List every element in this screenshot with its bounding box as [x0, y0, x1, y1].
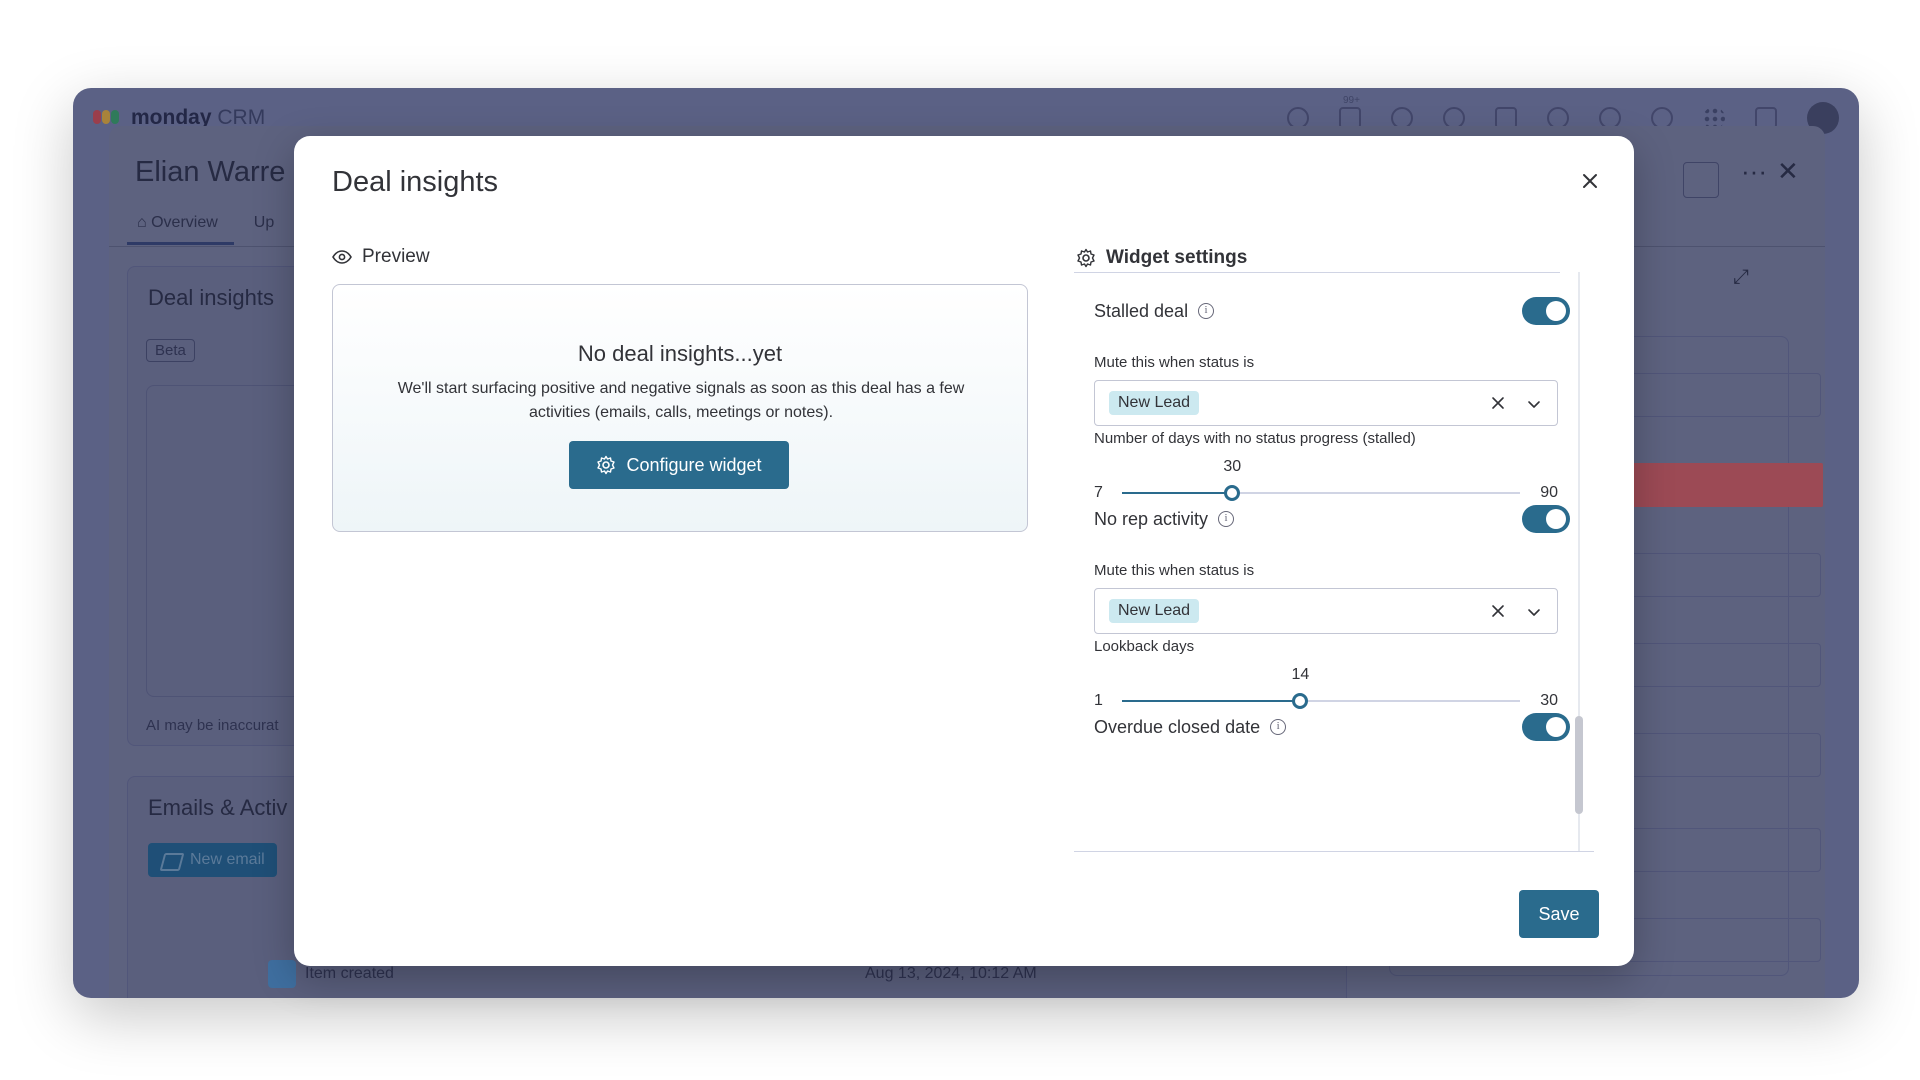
deal-insights-card-title: Deal insights [148, 285, 274, 310]
slider-fill [1122, 492, 1233, 494]
preview-heading: Preview [332, 246, 430, 268]
info-icon[interactable]: i [1270, 719, 1287, 735]
beta-badge: Beta [146, 339, 195, 362]
more-options-icon[interactable]: ··· [1741, 156, 1767, 187]
chevron-down-icon[interactable] [1525, 603, 1543, 621]
empty-state-description: We'll start surfacing positive and negat… [397, 380, 965, 421]
status-bar-red [1623, 463, 1823, 507]
info-icon[interactable]: i [1218, 511, 1235, 527]
slider-track[interactable]: 30 [1122, 458, 1520, 501]
slider-current-value: 30 [1223, 458, 1242, 475]
widget-settings-scroll-area[interactable]: Stalled deal i Mute this when status is N… [1074, 272, 1594, 852]
stalled-deal-toggle[interactable] [1522, 297, 1570, 325]
no-rep-activity-toggle[interactable] [1522, 505, 1570, 533]
deal-insights-modal: Deal insights Preview No deal insights..… [294, 136, 1634, 966]
ai-disclaimer: AI may be inaccurat [146, 717, 279, 734]
status-chip: New Lead [1109, 391, 1200, 415]
dropdown-toggle-button[interactable] [1683, 162, 1719, 198]
info-icon[interactable]: i [1198, 303, 1215, 319]
new-email-button[interactable]: New email [148, 843, 277, 877]
emails-card-title: Emails & Activ [148, 795, 288, 820]
lookback-days-label: Lookback days [1094, 638, 1195, 655]
overdue-closed-date-label-wrap: Overdue closed date i [1094, 716, 1287, 738]
slider-max-value: 30 [1540, 692, 1558, 709]
stalled-deal-label-wrap: Stalled deal i [1094, 300, 1215, 322]
clear-icon[interactable] [1489, 394, 1507, 412]
slider-current-value: 14 [1291, 666, 1310, 683]
slider-thumb[interactable] [1292, 693, 1309, 709]
chevron-down-icon[interactable] [1525, 395, 1543, 413]
no-rep-activity-row: No rep activity i [1094, 504, 1570, 534]
stalled-mute-status-select[interactable]: New Lead [1094, 380, 1558, 426]
empty-state-title: No deal insights...yet [577, 341, 783, 366]
insights-placeholder [146, 385, 306, 697]
close-panel-icon[interactable]: ✕ [1777, 156, 1799, 187]
monday-logo-icon [93, 106, 121, 128]
no-rep-activity-label-wrap: No rep activity i [1094, 508, 1235, 530]
settings-divider [1074, 272, 1560, 273]
slider-min-value: 7 [1094, 484, 1103, 501]
timeline-row: Item created Aug 13, 2024, 10:12 AM [305, 965, 1205, 983]
lookback-days-slider[interactable]: 1 14 30 [1094, 660, 1558, 720]
timeline-item-label: Item created [305, 965, 394, 982]
widget-settings-label: Widget settings [1106, 247, 1248, 268]
status-chip: New Lead [1109, 599, 1200, 623]
preview-heading-label: Preview [362, 246, 430, 267]
stalled-days-label: Number of days with no status progress (… [1094, 430, 1416, 447]
clear-icon[interactable] [1489, 602, 1507, 620]
item-created-icon [268, 960, 296, 988]
stalled-deal-label: Stalled deal [1094, 300, 1189, 321]
settings-scrollbar-thumb[interactable] [1575, 716, 1583, 814]
no-rep-mute-status-select[interactable]: New Lead [1094, 588, 1558, 634]
slider-thumb[interactable] [1224, 485, 1241, 501]
record-tabs: ⌂ Overview Up [127, 214, 274, 245]
no-rep-activity-label: No rep activity [1094, 508, 1209, 529]
modal-title: Deal insights [332, 166, 499, 198]
notification-count: 99+ [1343, 95, 1360, 106]
stalled-days-slider[interactable]: 7 30 90 [1094, 452, 1558, 512]
expand-icon[interactable]: ⤢ [1733, 266, 1749, 289]
close-icon [1583, 173, 1597, 188]
gear-icon [597, 455, 616, 475]
modal-close-button[interactable] [1574, 166, 1606, 198]
slider-track[interactable]: 14 [1122, 666, 1520, 709]
configure-widget-button[interactable]: Configure widget [569, 441, 789, 489]
slider-min-value: 1 [1094, 692, 1103, 709]
configure-widget-label: Configure widget [626, 454, 762, 475]
widget-settings-heading: Widget settings [1076, 247, 1247, 269]
eye-icon [332, 250, 352, 264]
no-rep-mute-label: Mute this when status is [1094, 562, 1255, 579]
tab-updates[interactable]: Up [254, 214, 274, 245]
overdue-closed-date-row: Overdue closed date i [1094, 712, 1570, 742]
timeline-date: Aug 13, 2024, 10:12 AM [865, 965, 1037, 982]
slider-max-value: 90 [1540, 484, 1558, 501]
tab-overview[interactable]: ⌂ Overview [127, 214, 234, 245]
record-title: Elian Warre [135, 156, 286, 188]
save-button[interactable]: Save [1519, 890, 1599, 938]
slider-fill [1122, 700, 1301, 702]
settings-gear-icon [1077, 248, 1095, 268]
stalled-mute-label: Mute this when status is [1094, 354, 1255, 371]
overdue-closed-date-toggle[interactable] [1522, 713, 1570, 741]
preview-box: No deal insights...yet We'll start surfa… [332, 284, 1028, 532]
stalled-deal-row: Stalled deal i [1094, 296, 1570, 326]
overdue-closed-date-label: Overdue closed date [1094, 716, 1261, 737]
